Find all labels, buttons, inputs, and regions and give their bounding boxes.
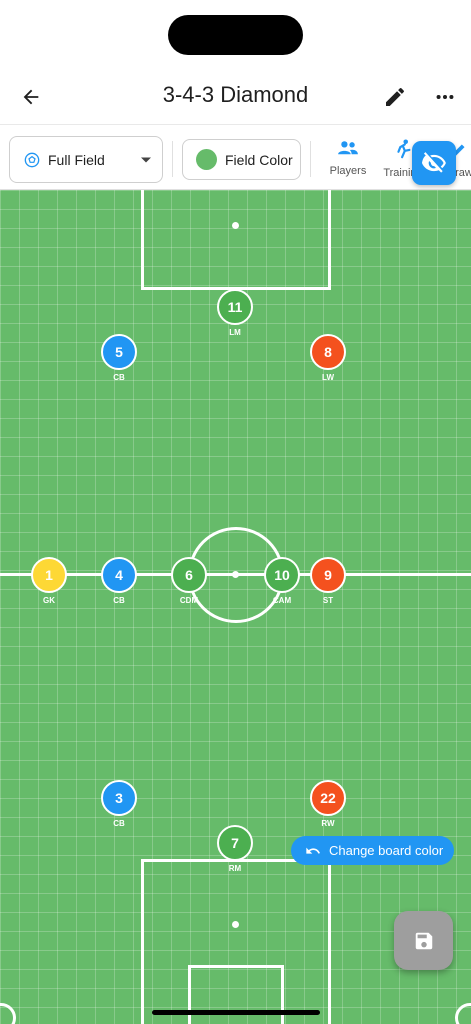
- player-token[interactable]: 9 ST: [310, 557, 346, 605]
- player-token[interactable]: 6 CDM: [171, 557, 207, 605]
- player-position: CDM: [179, 596, 199, 605]
- player-position: LW: [322, 373, 334, 382]
- more-button[interactable]: [430, 82, 460, 112]
- field-color-swatch: [196, 149, 217, 170]
- bottom-penalty-spot: [232, 921, 239, 928]
- change-board-color-label: Change board color: [329, 843, 444, 858]
- player-position: RM: [228, 864, 242, 873]
- training-icon: [397, 139, 411, 159]
- field-color-button[interactable]: Field Color: [182, 139, 301, 180]
- player-token[interactable]: 11 LM: [217, 289, 253, 337]
- save-button[interactable]: [394, 911, 453, 970]
- field-type-dropdown[interactable]: Full Field: [9, 136, 163, 183]
- player-number: 5: [115, 344, 123, 360]
- player-token[interactable]: 7 RM: [217, 825, 253, 873]
- top-penalty-box: [141, 190, 331, 290]
- player-position: ST: [322, 596, 334, 605]
- player-number: 6: [185, 567, 193, 583]
- status-time: 8:24: [68, 24, 107, 45]
- player-token[interactable]: 1 GK: [31, 557, 67, 605]
- dynamic-island: [168, 15, 303, 55]
- soccer-field[interactable]: 11 LM 5 CB 8 LW 1 GK 4 CB 6 CDM 10 CAM 9…: [0, 190, 471, 1024]
- players-tool-label: Players: [329, 165, 367, 177]
- player-token[interactable]: 3 CB: [101, 780, 137, 828]
- save-icon: [415, 932, 432, 949]
- chevron-down-icon: [141, 157, 151, 162]
- player-number: 7: [231, 835, 239, 851]
- player-number: 11: [227, 299, 243, 315]
- wifi-icon: [371, 26, 391, 40]
- bottom-goal-area: [188, 965, 284, 1024]
- toolbar-divider: [310, 141, 311, 177]
- corner-arc-left: [0, 1003, 16, 1024]
- eye-off-icon: [421, 152, 446, 173]
- toggle-visibility-button[interactable]: [412, 141, 456, 185]
- soccer-ball-icon: [24, 152, 40, 167]
- player-position: CB: [113, 596, 125, 605]
- top-penalty-spot: [232, 222, 239, 229]
- pencil-icon: [386, 87, 404, 106]
- field-type-label: Full Field: [48, 151, 105, 168]
- player-number: 1: [45, 567, 53, 583]
- player-number: 10: [274, 567, 290, 583]
- more-horizontal-icon: [436, 94, 454, 100]
- player-token[interactable]: 8 LW: [310, 334, 346, 382]
- player-position: RW: [321, 819, 335, 828]
- player-position: CB: [113, 373, 125, 382]
- player-position: LM: [229, 328, 241, 337]
- undo-icon: [306, 847, 320, 854]
- player-token[interactable]: 10 CAM: [264, 557, 300, 605]
- battery-icon: [399, 27, 425, 40]
- player-token[interactable]: 5 CB: [101, 334, 137, 382]
- player-number: 9: [324, 567, 332, 583]
- app-header: 3-4-3 Diamond: [0, 70, 471, 124]
- player-position: CB: [113, 819, 125, 828]
- player-position: GK: [43, 596, 55, 605]
- status-icons: [371, 26, 425, 41]
- home-indicator: [152, 1010, 320, 1015]
- change-board-color-button[interactable]: Change board color: [291, 836, 454, 865]
- player-number: 22: [320, 790, 336, 806]
- player-position: CAM: [272, 596, 292, 605]
- player-number: 4: [115, 567, 123, 583]
- people-icon: [338, 141, 358, 155]
- field-color-label: Field Color: [225, 151, 293, 168]
- player-number: 3: [115, 790, 123, 806]
- player-number: 8: [324, 344, 332, 360]
- status-bar: 8:24: [0, 0, 471, 70]
- center-spot: [232, 571, 239, 578]
- toolbar-divider: [172, 141, 173, 177]
- edit-button[interactable]: [380, 82, 410, 112]
- player-token[interactable]: 22 RW: [310, 780, 346, 828]
- player-token[interactable]: 4 CB: [101, 557, 137, 605]
- board-toolbar: Full Field Field Color Players Training …: [0, 124, 471, 190]
- players-tool[interactable]: Players: [318, 139, 378, 177]
- corner-arc-right: [455, 1003, 471, 1024]
